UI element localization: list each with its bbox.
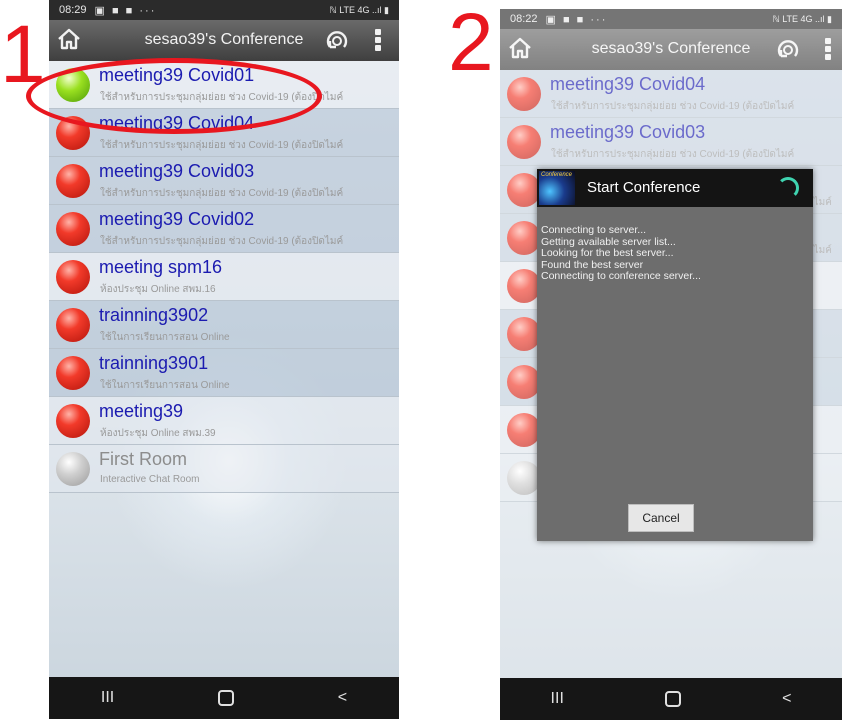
log-line: Looking for the best server...	[541, 247, 674, 259]
status-offline-icon	[56, 404, 90, 438]
room-description: ห้องประชุม Online สพม.16	[100, 284, 216, 295]
room-row-first-room[interactable]: First Room Interactive Chat Room	[49, 445, 399, 493]
room-description: Interactive Chat Room	[100, 474, 200, 485]
step-number-2: 2	[448, 0, 494, 88]
start-conference-dialog: Conference Start Conference Connecting t…	[537, 169, 813, 541]
room-description: ใช้ในการเรียนการสอน Online	[100, 332, 230, 343]
back-icon[interactable]: <	[782, 690, 791, 708]
room-name: meeting39 Covid02	[99, 209, 255, 229]
android-nav-bar: III <	[500, 678, 842, 720]
app-toolbar: sesao39's Conference	[49, 20, 399, 61]
room-row-covid03[interactable]: meeting39 Covid03 ใช้สำหรับการประชุมกลุ่…	[49, 157, 399, 205]
room-description: ห้องประชุม Online สพม.39	[100, 428, 216, 439]
room-description: ใช้สำหรับการประชุมกลุ่มย่อย ช่วง Covid-1…	[100, 140, 344, 151]
notification-icons: ▣ ■ ■ ···	[94, 4, 157, 17]
room-row-trainning3901[interactable]: trainning3901 ใช้ในการเรียนการสอน Online	[49, 349, 399, 397]
room-description: ใช้สำหรับการประชุมกลุ่มย่อย ช่วง Covid-1…	[100, 236, 344, 247]
room-row-meeting39[interactable]: meeting39 ห้องประชุม Online สพม.39	[49, 397, 399, 445]
room-name: First Room	[99, 449, 188, 469]
room-row-spm16[interactable]: meeting spm16 ห้องประชุม Online สพม.16	[49, 253, 399, 301]
refresh-icon[interactable]	[324, 28, 350, 59]
status-time: 08:29	[59, 4, 87, 16]
home-nav-icon[interactable]	[664, 691, 681, 707]
more-vert-icon[interactable]	[375, 29, 381, 51]
phone-screen-2: 08:22 ▣ ■ ■ ··· ℕ LTE 4G ..ıl ▮ sesao39'…	[500, 9, 842, 720]
dialog-header: Conference Start Conference	[537, 169, 813, 207]
room-row-trainning3902[interactable]: trainning3902 ใช้ในการเรียนการสอน Online	[49, 301, 399, 349]
status-offline-icon	[56, 308, 90, 342]
room-list: meeting39 Covid01 ใช้สำหรับการประชุมกลุ่…	[49, 61, 399, 719]
room-description: ใช้ในการเรียนการสอน Online	[100, 380, 230, 391]
room-name: meeting spm16	[99, 257, 223, 277]
status-offline-icon	[56, 356, 90, 390]
room-name: trainning3902	[99, 305, 209, 325]
room-description: ใช้สำหรับการประชุมกลุ่มย่อย ช่วง Covid-1…	[100, 188, 344, 199]
status-offline-icon	[56, 260, 90, 294]
home-nav-icon[interactable]	[217, 690, 234, 706]
recents-icon[interactable]: III	[101, 689, 114, 707]
conference-logo: Conference	[539, 171, 575, 205]
android-nav-bar: III <	[49, 677, 399, 719]
recents-icon[interactable]: III	[551, 690, 564, 708]
room-name: meeting39	[99, 401, 184, 421]
highlight-annotation	[26, 58, 322, 134]
connection-log: Connecting to server... Getting availabl…	[541, 224, 701, 283]
status-offline-icon	[56, 212, 90, 246]
log-line: Connecting to server...	[541, 224, 647, 236]
dialog-title: Start Conference	[587, 179, 701, 196]
back-icon[interactable]: <	[338, 689, 347, 707]
spinner-icon	[777, 177, 799, 199]
log-line: Connecting to conference server...	[541, 270, 701, 282]
status-bar: 08:29 ▣ ■ ■ ··· ℕ LTE 4G ..ıl ▮	[49, 0, 399, 20]
status-offline-icon	[56, 164, 90, 198]
room-name: meeting39 Covid03	[99, 161, 255, 181]
signal-battery-icons: ℕ LTE 4G ..ıl ▮	[329, 4, 389, 15]
cancel-button[interactable]: Cancel	[628, 504, 694, 532]
room-name: trainning3901	[99, 353, 209, 373]
status-inactive-icon	[56, 452, 90, 486]
room-row-covid02[interactable]: meeting39 Covid02 ใช้สำหรับการประชุมกลุ่…	[49, 205, 399, 253]
